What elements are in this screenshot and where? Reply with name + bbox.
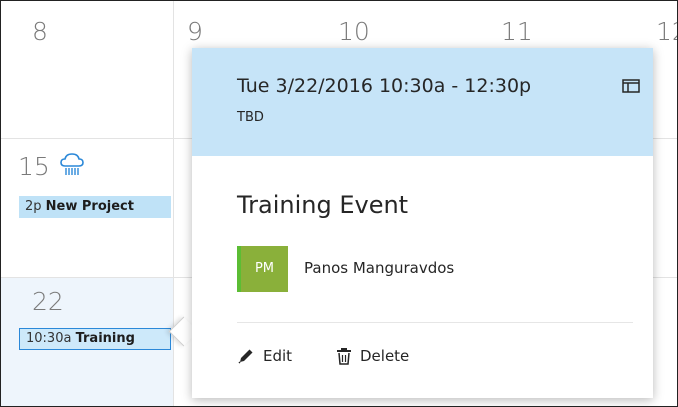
pencil-icon xyxy=(238,349,253,364)
event-time: 10:30a xyxy=(26,331,72,346)
day-divider xyxy=(173,1,174,406)
selected-event-chip[interactable]: 10:30a Training xyxy=(19,328,171,350)
day-number[interactable]: 8 xyxy=(32,17,48,46)
attendee-name: Panos Manguravdos xyxy=(304,259,455,277)
calendar-view: 8 9 10 11 12 15 2p New Project 22 10:30a… xyxy=(0,0,678,407)
divider xyxy=(237,322,633,323)
event-title: Training xyxy=(75,331,135,346)
popup-header: Tue 3/22/2016 10:30a - 12:30p TBD xyxy=(192,48,653,156)
day-number[interactable]: 10 xyxy=(338,17,370,46)
avatar: PM xyxy=(237,246,288,292)
event-details-popup: Tue 3/22/2016 10:30a - 12:30p TBD Traini… xyxy=(192,48,653,398)
day-number[interactable]: 22 xyxy=(32,287,64,316)
edit-button[interactable]: Edit xyxy=(237,344,292,368)
event-title: New Project xyxy=(45,199,134,214)
calendar-event-chip[interactable]: 2p New Project xyxy=(19,196,171,218)
trash-icon xyxy=(337,348,351,365)
delete-button[interactable]: Delete xyxy=(336,344,409,368)
day-number[interactable]: 9 xyxy=(187,17,203,46)
day-number[interactable]: 11 xyxy=(501,17,533,46)
event-location: TBD xyxy=(237,110,264,125)
edit-label: Edit xyxy=(263,347,293,365)
day-number[interactable]: 15 xyxy=(18,152,50,181)
event-time: 2p xyxy=(25,199,42,214)
event-title-heading: Training Event xyxy=(237,191,409,219)
delete-label: Delete xyxy=(360,347,410,365)
expand-window-icon[interactable] xyxy=(622,78,640,93)
event-datetime: Tue 3/22/2016 10:30a - 12:30p xyxy=(237,75,532,97)
rain-cloud-icon xyxy=(59,152,85,178)
day-number[interactable]: 12 xyxy=(656,17,677,46)
